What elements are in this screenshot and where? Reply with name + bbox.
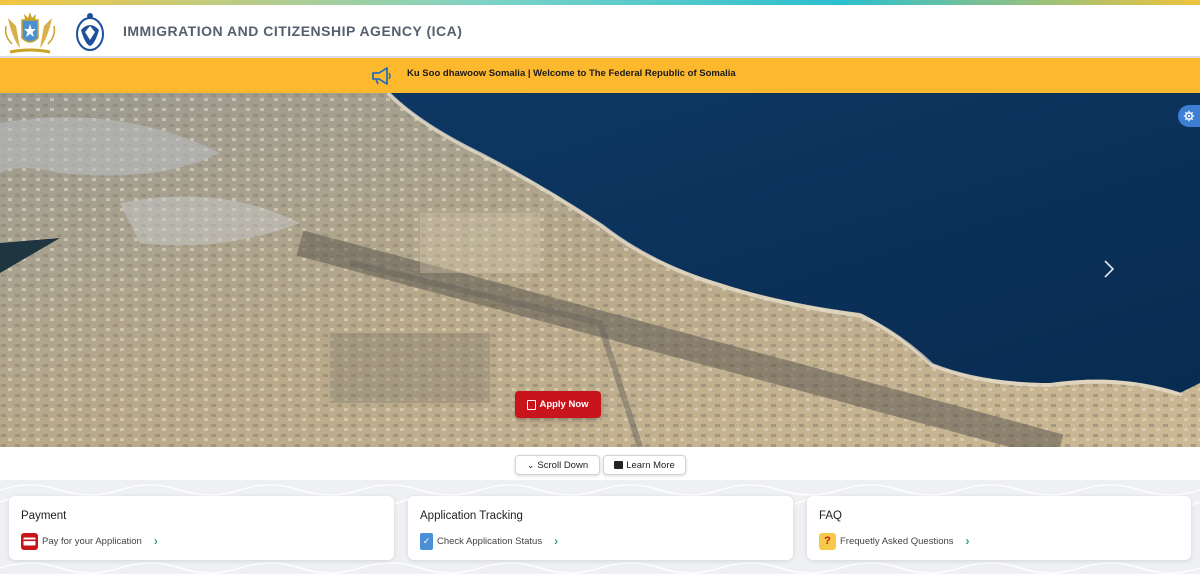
site-header: IMMIGRATION AND CITIZENSHIP AGENCY (ICA) — [0, 5, 1200, 58]
announcement-banner: Ku Soo dhawoow Somalia | Welcome to The … — [0, 58, 1200, 93]
scroll-down-button[interactable]: ⌄ Scroll Down — [515, 455, 600, 475]
card-title: Payment — [21, 510, 67, 522]
check-status-link[interactable]: ✓ Check Application Status › — [420, 532, 558, 550]
faq-card: FAQ ? Frequetly Asked Questions › — [807, 496, 1191, 560]
question-icon: ? — [819, 532, 836, 550]
chevron-right-icon[interactable] — [1102, 259, 1116, 279]
clipboard-icon: ✓ — [420, 532, 433, 550]
faq-link[interactable]: ? Frequetly Asked Questions › — [819, 532, 970, 550]
book-icon — [614, 461, 624, 469]
double-chevron-down-icon: ⌄ — [526, 459, 535, 470]
gear-icon — [1183, 110, 1195, 122]
ica-emblem-logo[interactable] — [75, 10, 105, 54]
banner-text: Ku Soo dhawoow Somalia | Welcome to The … — [407, 68, 736, 79]
apply-now-label: Apply Now — [539, 399, 589, 410]
page-title: IMMIGRATION AND CITIZENSHIP AGENCY (ICA) — [123, 23, 463, 39]
apply-now-button[interactable]: Apply Now — [515, 391, 601, 418]
hero-action-row: ⌄ Scroll Down Learn More — [0, 447, 1200, 480]
payment-card-icon — [21, 532, 38, 550]
chevron-right-icon: › — [153, 534, 158, 548]
card-title: FAQ — [819, 510, 843, 522]
pay-application-link[interactable]: Pay for your Application › — [21, 532, 158, 550]
megaphone-icon — [372, 67, 391, 85]
learn-more-label: Learn More — [626, 459, 675, 471]
card-title: Application Tracking — [420, 510, 523, 522]
document-icon — [527, 399, 537, 410]
quick-links-section: Payment Pay for your Application › Appli… — [0, 480, 1200, 574]
chevron-right-icon: › — [965, 534, 970, 548]
hero-carousel: Apply Now — [0, 93, 1200, 447]
somalia-coat-of-arms-logo[interactable] — [2, 8, 58, 56]
check-status-label: Check Application Status — [437, 535, 543, 547]
scroll-down-label: Scroll Down — [537, 459, 589, 471]
pay-application-label: Pay for your Application — [42, 535, 142, 547]
application-tracking-card: Application Tracking ✓ Check Application… — [408, 496, 793, 560]
payment-card: Payment Pay for your Application › — [9, 496, 394, 560]
settings-tab[interactable] — [1178, 105, 1200, 127]
learn-more-button[interactable]: Learn More — [603, 455, 686, 475]
faq-label: Frequetly Asked Questions — [840, 535, 954, 547]
chevron-right-icon: › — [554, 534, 559, 548]
